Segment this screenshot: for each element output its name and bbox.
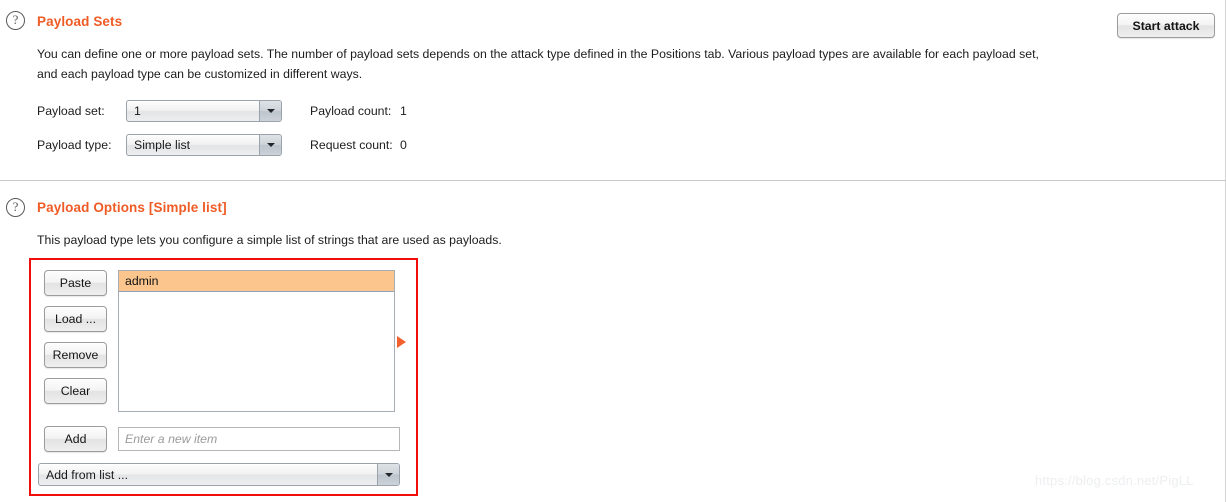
payload-sets-description-line2: and each payload type can be customized … xyxy=(37,67,363,81)
new-item-input-placeholder: Enter a new item xyxy=(125,432,218,446)
payload-set-label: Payload set: xyxy=(37,104,105,118)
payload-count-value: 1 xyxy=(400,104,407,118)
load-button[interactable]: Load ... xyxy=(44,306,107,332)
chevron-down-icon xyxy=(266,109,275,113)
start-attack-button[interactable]: Start attack xyxy=(1117,13,1215,38)
play-triangle-icon xyxy=(397,336,406,348)
payload-set-select-value: 1 xyxy=(134,104,141,118)
add-from-list-select-value: Add from list ... xyxy=(46,467,129,482)
add-from-list-select[interactable]: Add from list ... xyxy=(38,463,400,486)
payload-sets-help-icon[interactable]: ? xyxy=(6,11,25,30)
paste-button[interactable]: Paste xyxy=(44,270,107,296)
payload-options-description: This payload type lets you configure a s… xyxy=(37,233,502,247)
payload-type-select-value: Simple list xyxy=(134,138,191,152)
chevron-down-icon xyxy=(266,143,275,147)
watermark: https://blog.csdn.net/PigLL xyxy=(1035,473,1194,488)
request-count-label: Request count: xyxy=(310,138,393,152)
payload-options-help-icon[interactable]: ? xyxy=(6,198,25,217)
payload-list[interactable]: admin xyxy=(118,270,395,412)
payload-count-label: Payload count: xyxy=(310,104,392,118)
payload-type-select-button[interactable] xyxy=(259,135,281,155)
payload-sets-description-line1: You can define one or more payload sets.… xyxy=(37,47,1039,61)
payload-set-select[interactable]: 1 xyxy=(126,100,282,122)
request-count-value: 0 xyxy=(400,138,407,152)
remove-button[interactable]: Remove xyxy=(44,342,107,368)
payload-type-select[interactable]: Simple list xyxy=(126,134,282,156)
new-item-input[interactable]: Enter a new item xyxy=(118,427,400,451)
payload-sets-title: Payload Sets xyxy=(37,14,123,29)
add-button[interactable]: Add xyxy=(44,426,107,452)
payload-options-title: Payload Options [Simple list] xyxy=(37,200,227,215)
clear-button[interactable]: Clear xyxy=(44,378,107,404)
payload-type-label: Payload type: xyxy=(37,138,112,152)
payload-set-select-button[interactable] xyxy=(259,101,281,121)
add-from-list-select-button[interactable] xyxy=(377,464,399,485)
section-divider xyxy=(0,180,1226,181)
list-item[interactable]: admin xyxy=(119,271,394,292)
chevron-down-icon xyxy=(384,472,393,477)
